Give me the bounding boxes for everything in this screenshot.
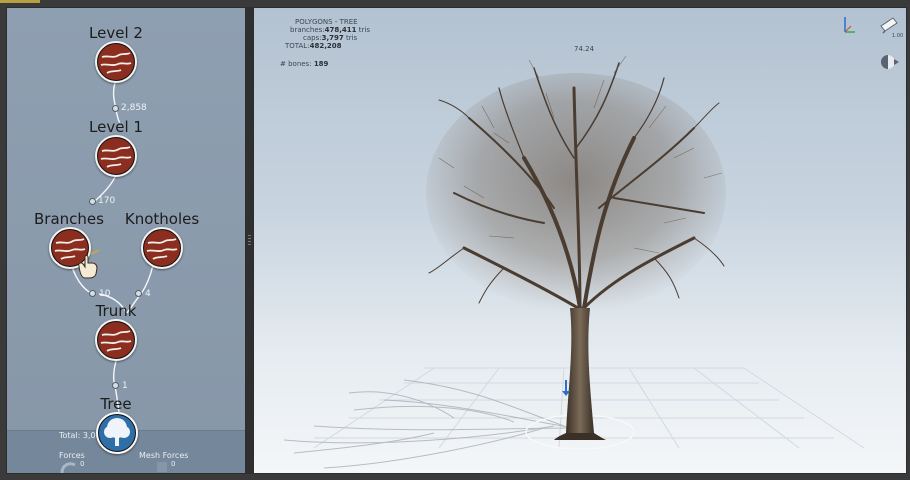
stats-heading: POLYGONS - TREE bbox=[295, 18, 358, 26]
axis-gizmo-icon[interactable] bbox=[842, 15, 856, 35]
wire-count-branches: 10 bbox=[99, 289, 111, 299]
camera-icon[interactable] bbox=[878, 14, 900, 34]
tree-trunk bbox=[566, 308, 594, 433]
total-label: TOTAL: bbox=[285, 42, 310, 50]
branches-value: 478,411 bbox=[324, 26, 357, 34]
wood-grain-icon bbox=[98, 322, 134, 358]
wire-count-trunk: 1 bbox=[122, 381, 128, 391]
window-accent bbox=[0, 0, 40, 3]
panel-splitter[interactable] bbox=[246, 7, 253, 474]
caps-label: caps: bbox=[303, 34, 322, 42]
bones-value: 189 bbox=[313, 60, 329, 68]
port-branches-out[interactable] bbox=[89, 290, 96, 297]
node-label-tree: Tree bbox=[100, 395, 132, 413]
wood-grain-icon bbox=[98, 44, 134, 80]
tree-shadow bbox=[283, 379, 575, 469]
port-level2-out[interactable] bbox=[112, 105, 119, 112]
node-label-trunk: Trunk bbox=[95, 302, 137, 320]
wood-grain-icon bbox=[98, 138, 134, 174]
height-readout: 74.24 bbox=[574, 45, 595, 53]
port-level1-out[interactable] bbox=[89, 198, 96, 205]
light-icon[interactable] bbox=[878, 52, 900, 72]
wire-count-knotholes: 4 bbox=[145, 289, 151, 299]
camera-readout: 1.00 bbox=[892, 33, 904, 39]
force-curl-icon[interactable] bbox=[59, 460, 81, 473]
total-value: 482,208 bbox=[309, 42, 342, 50]
mesh-force-icon[interactable] bbox=[157, 462, 167, 472]
wire-count-level2: 2,858 bbox=[121, 103, 147, 113]
polygon-stats: POLYGONS - TREE branches:478,411 tris ca… bbox=[280, 18, 370, 68]
mesh-forces-count: 0 bbox=[171, 460, 176, 468]
forces-label[interactable]: Forces bbox=[59, 451, 85, 460]
mesh-forces-label[interactable]: Mesh Forces bbox=[139, 451, 188, 460]
node-tree[interactable] bbox=[96, 412, 138, 454]
caps-value: 3,797 bbox=[321, 34, 344, 42]
node-level2[interactable] bbox=[95, 41, 137, 83]
node-label-level2: Level 2 bbox=[89, 24, 143, 42]
node-level1[interactable] bbox=[95, 135, 137, 177]
branches-unit: tris bbox=[358, 26, 370, 34]
bones-label: # bones: bbox=[280, 60, 312, 68]
node-label-knotholes: Knotholes bbox=[124, 210, 200, 228]
tree-icon bbox=[99, 415, 135, 451]
node-trunk[interactable] bbox=[95, 319, 137, 361]
node-label-level1: Level 1 bbox=[89, 118, 143, 136]
3d-viewport[interactable]: POLYGONS - TREE branches:478,411 tris ca… bbox=[253, 7, 907, 474]
node-label-branches: Branches bbox=[34, 210, 104, 228]
port-knotholes-out[interactable] bbox=[135, 290, 142, 297]
generator-graph-panel[interactable]: Level 2 2,858 Level 1 170 Branches 10 Kn… bbox=[6, 7, 246, 474]
caps-unit: tris bbox=[345, 34, 358, 42]
port-trunk-out[interactable] bbox=[112, 382, 119, 389]
node-knotholes[interactable] bbox=[141, 227, 183, 269]
wire-count-level1: 170 bbox=[98, 196, 116, 206]
hand-cursor-icon bbox=[78, 250, 100, 279]
tree-render bbox=[283, 55, 865, 469]
wood-grain-icon bbox=[144, 230, 180, 266]
branches-label: branches: bbox=[290, 26, 325, 34]
